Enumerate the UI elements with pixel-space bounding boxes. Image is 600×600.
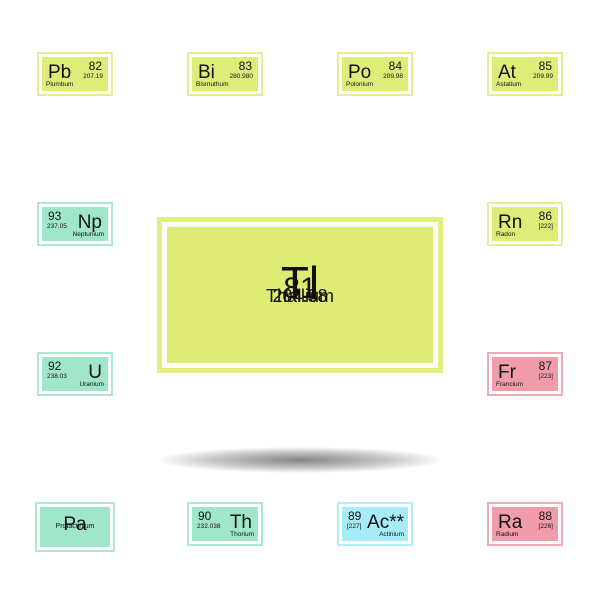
element-name: Plumbum xyxy=(46,80,74,88)
element-symbol: Bi xyxy=(198,62,215,83)
atomic-mass: 237.05 xyxy=(47,223,67,230)
element-symbol: Pa xyxy=(63,514,87,535)
atomic-number: 87 xyxy=(538,359,552,373)
element-tile-u: 92 238.03 U Uranium xyxy=(37,352,113,396)
atomic-mass: 280.980 xyxy=(229,73,254,80)
atomic-mass: [223] xyxy=(538,373,553,380)
atomic-number: 92 xyxy=(48,359,62,373)
atomic-number: 86 xyxy=(538,209,552,223)
atomic-mass: 209.99 xyxy=(533,73,553,80)
element-symbol: Fr xyxy=(498,362,516,383)
element-symbol: Np xyxy=(77,212,102,233)
element-name: Bismuthum xyxy=(196,80,229,88)
element-tile-po: Po 84 209.98 Polonium xyxy=(337,52,413,96)
element-name: Astatium xyxy=(496,80,522,88)
atomic-number: 93 xyxy=(48,209,62,223)
tile-background: 92 238.03 U Uranium xyxy=(42,357,108,391)
atomic-mass: 209.98 xyxy=(383,73,403,80)
element-symbol: Ra xyxy=(498,512,523,533)
tile-background: Rn 86 [222] Radon xyxy=(492,207,558,241)
atomic-number: 85 xyxy=(538,59,552,73)
tile-background: Pb 82 207.19 Plumbum xyxy=(42,57,108,91)
element-symbol: Po xyxy=(348,62,372,83)
element-name: Polonium xyxy=(346,80,374,88)
element-tile-bi: Bi 83 280.980 Bismuthum xyxy=(187,52,263,96)
tile-background: 90 232.038 Th Thorium xyxy=(192,507,258,541)
element-tile-ac: 89 [227] Ac** Actinium xyxy=(337,502,413,546)
element-name: Radium xyxy=(496,530,519,538)
featured-tile-background: Thallium 204.38 81 Tl xyxy=(167,227,433,363)
tile-background: Po 84 209.98 Polonium xyxy=(342,57,408,91)
element-tile-pb: Pb 82 207.19 Plumbum xyxy=(37,52,113,96)
element-name: Neptunium xyxy=(72,230,104,238)
element-symbol: Rn xyxy=(498,212,523,233)
tile-background: 93 237.05 Np Neptunium xyxy=(42,207,108,241)
atomic-mass: 238.03 xyxy=(47,373,67,380)
featured-element-tile: Thallium 204.38 81 Tl xyxy=(157,217,443,373)
element-tile-fr: Fr 87 [223] Francium xyxy=(487,352,563,396)
atomic-mass: [227] xyxy=(347,523,362,530)
tile-background: Ra 88 [226] Radium xyxy=(492,507,558,541)
element-name: Uranium xyxy=(79,380,104,388)
element-symbol: At xyxy=(498,62,516,83)
element-symbol: Pb xyxy=(48,62,72,83)
tile-background: Bi 83 280.980 Bismuthum xyxy=(192,57,258,91)
element-tile-at: At 85 209.99 Astatium xyxy=(487,52,563,96)
tile-background: 89 [227] Ac** Actinium xyxy=(342,507,408,541)
featured-element-symbol: Tl xyxy=(280,257,320,309)
element-name: Radon xyxy=(496,230,516,238)
tile-background: Fr 87 [223] Francium xyxy=(492,357,558,391)
atomic-mass: 207.19 xyxy=(83,73,103,80)
element-tile-th: 90 232.038 Th Thorium xyxy=(187,502,263,546)
element-name: Francium xyxy=(496,380,524,388)
element-tile-np: 93 237.05 Np Neptunium xyxy=(37,202,113,246)
element-name: Thorium xyxy=(230,530,254,538)
atomic-number: 84 xyxy=(388,59,402,73)
atomic-number: 90 xyxy=(198,509,212,523)
atomic-mass: [222] xyxy=(538,223,553,230)
element-tile-rn: Rn 86 [222] Radon xyxy=(487,202,563,246)
atomic-number: 89 xyxy=(348,509,362,523)
element-symbol: Ac** xyxy=(367,512,404,533)
element-symbol: U xyxy=(88,362,102,383)
drop-shadow xyxy=(158,447,442,473)
element-tile-pa: Protactinium Pa xyxy=(35,502,115,552)
element-tile-ra: Ra 88 [226] Radium xyxy=(487,502,563,546)
tile-background: At 85 209.99 Astatium xyxy=(492,57,558,91)
tile-background: Protactinium Pa xyxy=(40,507,110,547)
atomic-mass: 232.038 xyxy=(197,523,221,530)
atomic-mass: [226] xyxy=(538,523,553,530)
atomic-number: 83 xyxy=(238,59,252,73)
atomic-number: 82 xyxy=(88,59,102,73)
element-name: Actinium xyxy=(379,530,404,538)
element-symbol: Th xyxy=(229,512,252,533)
atomic-number: 88 xyxy=(538,509,552,523)
